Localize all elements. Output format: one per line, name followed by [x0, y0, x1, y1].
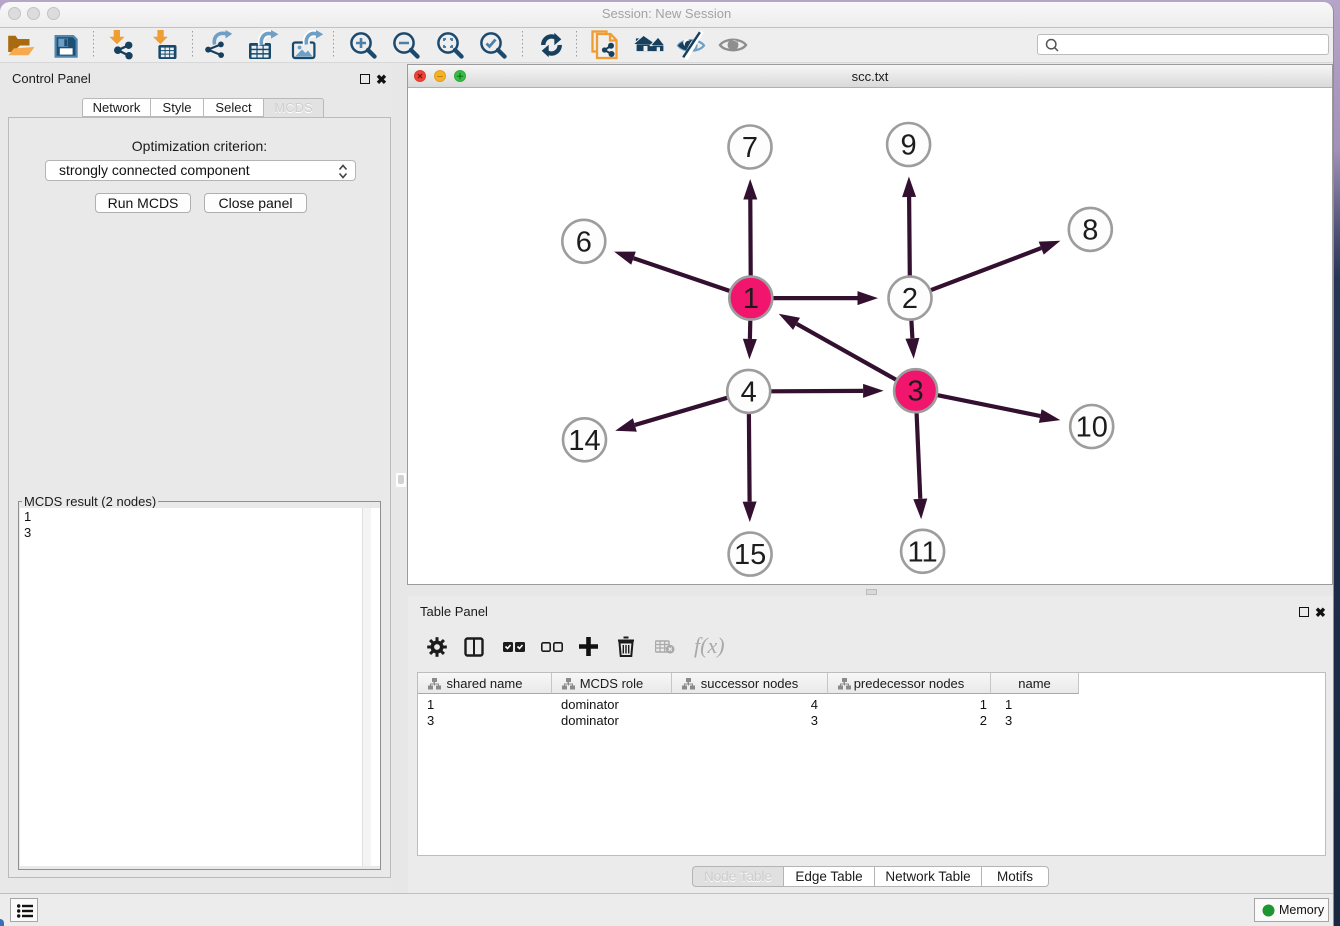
svg-text:8: 8: [1082, 214, 1098, 246]
svg-text:15: 15: [734, 539, 766, 571]
svg-text:3: 3: [908, 376, 924, 408]
svg-text:14: 14: [568, 425, 600, 457]
svg-text:2: 2: [902, 283, 918, 315]
svg-text:7: 7: [742, 132, 758, 164]
svg-text:1: 1: [743, 283, 759, 315]
svg-text:6: 6: [576, 226, 592, 258]
svg-text:4: 4: [741, 376, 757, 408]
svg-text:10: 10: [1076, 412, 1108, 444]
svg-text:11: 11: [908, 536, 938, 568]
svg-text:9: 9: [901, 130, 917, 162]
